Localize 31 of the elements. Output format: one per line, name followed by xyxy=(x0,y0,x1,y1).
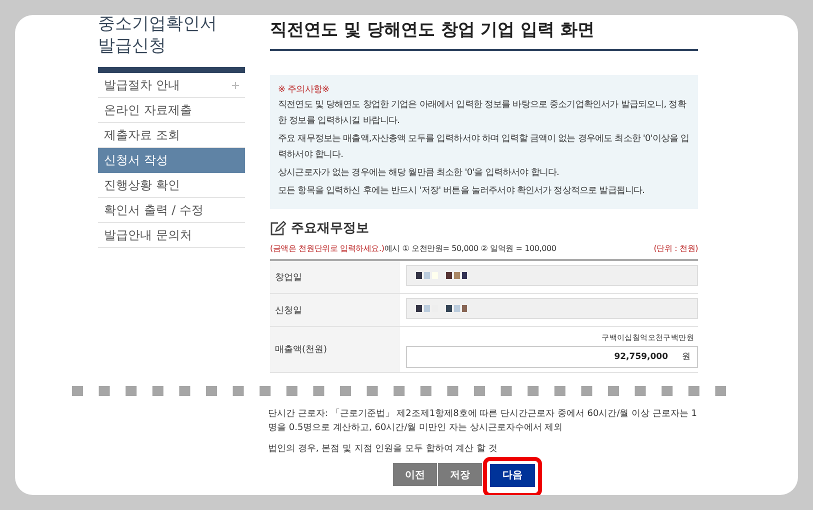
footnote-text: 법인의 경우, 본점 및 지점 인원을 모두 합하여 계산 할 것 xyxy=(268,443,498,456)
sidebar-item[interactable]: 신청서 작성 xyxy=(98,148,245,173)
next-button[interactable]: 다음 xyxy=(490,464,535,486)
notice-heading: ※ 주의사항※ xyxy=(278,84,330,97)
amount-field[interactable]: 92,759,000 원 xyxy=(406,346,698,368)
date-field[interactable] xyxy=(406,265,698,286)
notice-text: 주요 재무정보는 매출액,자산총액 모두를 입력하서야 하며 입력할 금액이 없는 경우에도 최소한 '0'이상을 입력하서야 합니다. xyxy=(278,133,690,162)
page-title: 직전연도 및 당해연도 창업 기업 입력 화면 xyxy=(270,15,698,51)
nav-button[interactable]: 이전 xyxy=(393,463,437,486)
nav-button[interactable]: 저장 xyxy=(438,463,482,486)
edit-icon xyxy=(270,220,286,236)
footnote-text: 단시간 근로자: 「근로기준법」 제2조제1항제8호에 따른 단시간근로자 중에서 60시간/월 이상 근로자는 1명을 0.5명으로 계산하고, 60시간/월 미만인 자는 상시근로자수에서 제외 xyxy=(268,408,698,435)
unit-label: (단위 : 천원) xyxy=(654,243,698,254)
amount-note: (금액은 천원단위로 입력하세요.)예시 ① 오천만원= 50,000 ② 일억원 = 100,000 xyxy=(270,243,556,254)
field-label: 매출액(천원) xyxy=(270,327,400,372)
sidebar-item[interactable]: 확인서 출력 / 수정 xyxy=(98,198,245,223)
field-label: 신청일 xyxy=(270,294,400,326)
section-title: 주요재무정보 xyxy=(291,220,369,237)
sidebar-item[interactable]: 온라인 자료제출 xyxy=(98,98,245,123)
field-label: 창업일 xyxy=(270,261,400,293)
mosaic-drawing xyxy=(413,305,467,312)
page-heading: 발급신청 xyxy=(98,35,167,58)
notice-text: 모든 항목을 입력하신 후에는 반드시 '저장' 버튼을 눌러주서야 확인서가 정상적으로 발급됩니다. xyxy=(278,185,646,198)
sidebar-item[interactable]: 발급안내 문의처 xyxy=(98,223,245,248)
notice-text: 상시근로자가 없는 경우에는 해당 월만큼 최소한 '0'을 입력하서야 합니다. xyxy=(278,167,560,180)
sidebar-item[interactable]: 진행상황 확인 xyxy=(98,173,245,198)
sidebar-item[interactable]: 발급절차 안내 xyxy=(98,73,245,98)
page-heading: 중소기업확인서 xyxy=(98,15,218,36)
mosaic-drawing xyxy=(413,272,467,279)
notice-text: 직전연도 및 당해연도 창업한 기업은 아래에서 입력한 정보를 바탕으로 중소기업확인서가 발급되오니, 정확한 정보를 입력하시길 바랍니다. xyxy=(278,99,688,128)
date-field[interactable] xyxy=(406,298,698,319)
